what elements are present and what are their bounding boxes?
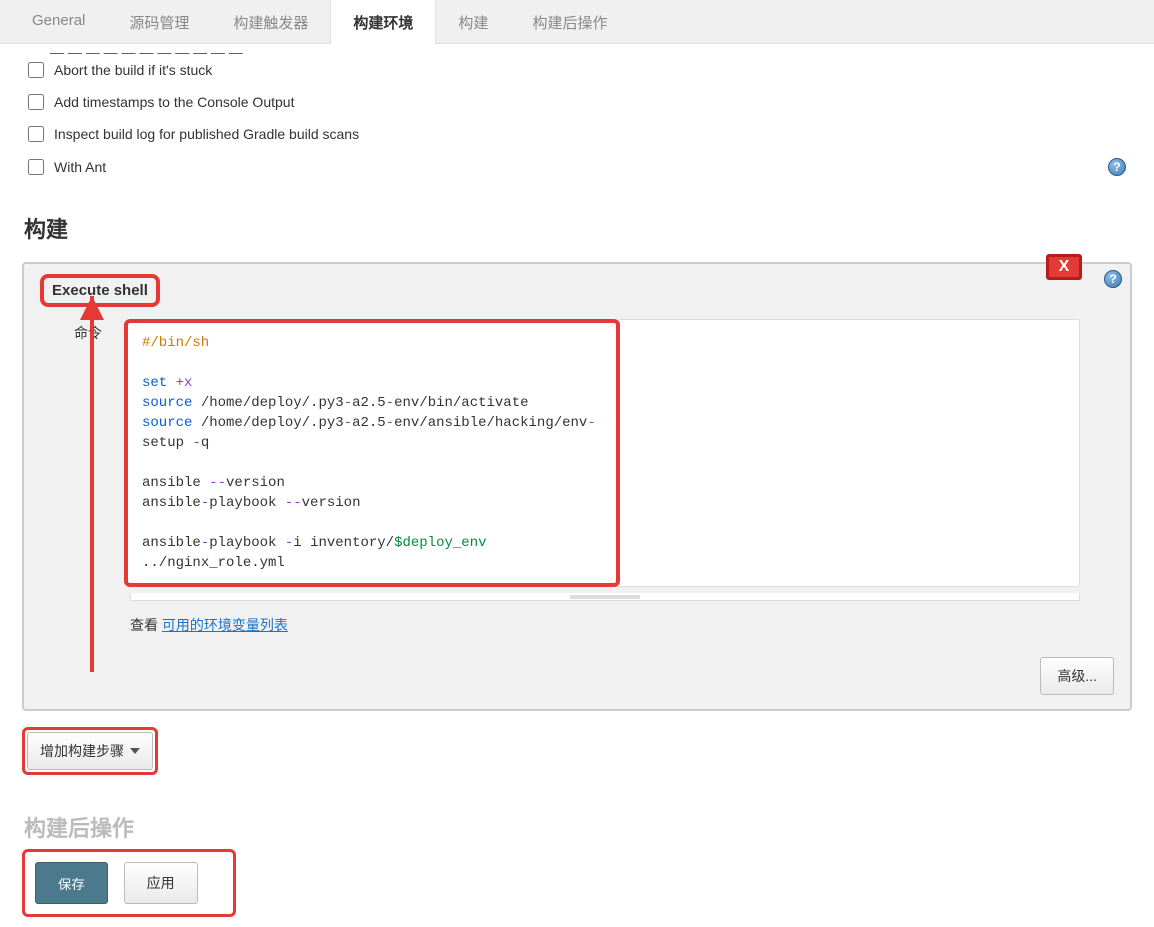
footer-buttons: 保存 应用 bbox=[22, 849, 236, 917]
label-gradle-scan: Inspect build log for published Gradle b… bbox=[54, 126, 359, 142]
save-button[interactable]: 保存 bbox=[35, 862, 108, 904]
checkbox-with-ant[interactable] bbox=[28, 159, 44, 175]
tab-general[interactable]: General bbox=[10, 0, 107, 43]
section-title-post-build: 构建后操作 bbox=[24, 811, 1132, 843]
chevron-down-icon bbox=[130, 748, 140, 754]
apply-button[interactable]: 应用 bbox=[124, 862, 198, 904]
textarea-remainder[interactable] bbox=[620, 319, 1081, 587]
option-with-ant: With Ant ? bbox=[22, 150, 1132, 184]
label-abort-stuck: Abort the build if it's stuck bbox=[54, 62, 212, 78]
shell-command-textarea[interactable]: #/bin/sh set +x source /home/deploy/.py3… bbox=[124, 319, 620, 587]
checkbox-gradle-scan[interactable] bbox=[28, 126, 44, 142]
advanced-button[interactable]: 高级... bbox=[1040, 657, 1114, 695]
tab-bar: General 源码管理 构建触发器 构建环境 构建 构建后操作 bbox=[0, 0, 1154, 44]
build-step-title: Execute shell bbox=[40, 274, 160, 307]
build-step-execute-shell: X ? Execute shell 命令 #/bin/sh set +x sou… bbox=[22, 262, 1132, 711]
command-label: 命令 bbox=[74, 319, 114, 587]
tab-build[interactable]: 构建 bbox=[436, 0, 510, 43]
option-gradle-scan: Inspect build log for published Gradle b… bbox=[22, 118, 1132, 150]
add-build-step-dropdown[interactable]: 增加构建步骤 bbox=[27, 732, 153, 770]
env-vars-link[interactable]: 可用的环境变量列表 bbox=[162, 617, 288, 633]
help-icon[interactable]: ? bbox=[1108, 158, 1126, 176]
cutoff-option-row: — — — — — — — — — — — bbox=[22, 44, 1132, 54]
tab-scm[interactable]: 源码管理 bbox=[107, 0, 211, 43]
checkbox-timestamps[interactable] bbox=[28, 94, 44, 110]
option-abort-stuck: Abort the build if it's stuck bbox=[22, 54, 1132, 86]
textarea-resize-handle[interactable] bbox=[130, 593, 1080, 601]
env-vars-hint: 查看 可用的环境变量列表 bbox=[130, 615, 1120, 635]
option-timestamps: Add timestamps to the Console Output bbox=[22, 86, 1132, 118]
label-timestamps: Add timestamps to the Console Output bbox=[54, 94, 294, 110]
delete-step-button[interactable]: X bbox=[1046, 254, 1082, 280]
label-with-ant: With Ant bbox=[54, 159, 106, 175]
help-icon[interactable]: ? bbox=[1104, 270, 1122, 288]
section-title-build: 构建 bbox=[24, 212, 1132, 244]
tab-triggers[interactable]: 构建触发器 bbox=[211, 0, 330, 43]
tab-post-build[interactable]: 构建后操作 bbox=[510, 0, 629, 43]
checkbox-abort-stuck[interactable] bbox=[28, 62, 44, 78]
tab-build-env[interactable]: 构建环境 bbox=[330, 0, 436, 44]
